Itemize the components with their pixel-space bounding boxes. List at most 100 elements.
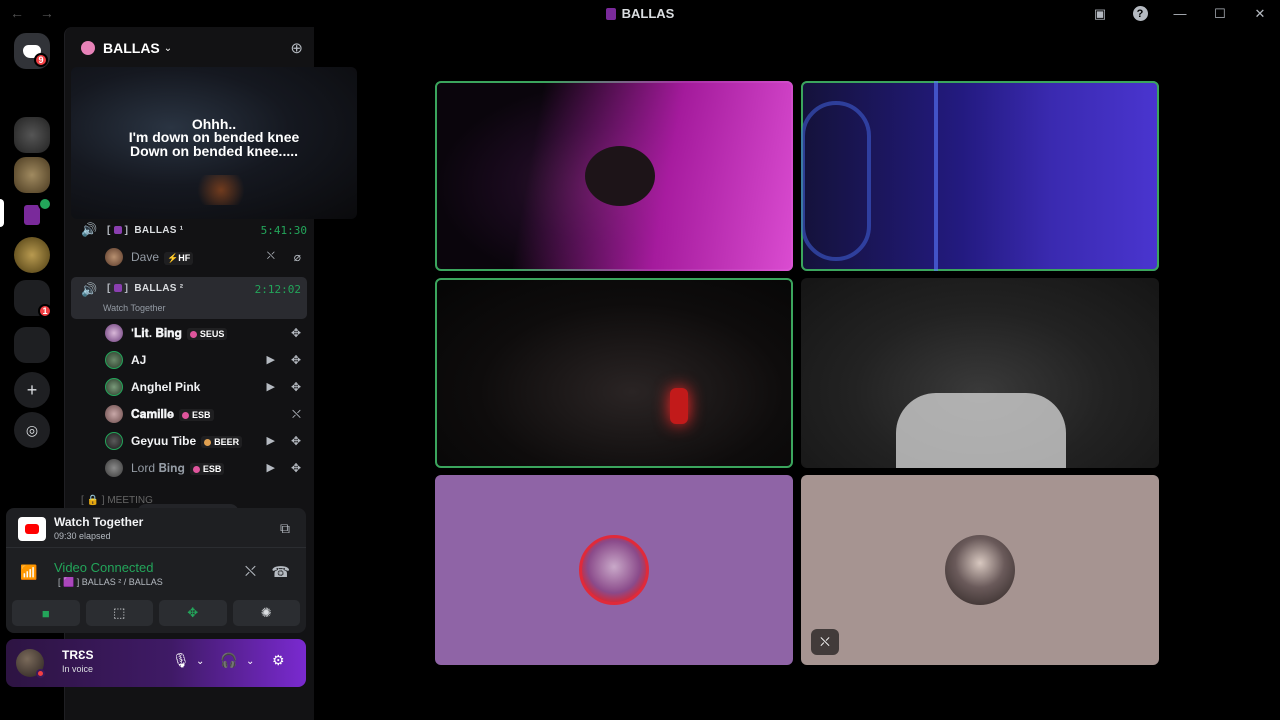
- member-tag: BEER: [201, 436, 243, 448]
- status-indicator: [36, 669, 45, 678]
- member-tag: SEUS: [186, 328, 228, 340]
- server-icon-prestige[interactable]: [14, 237, 50, 273]
- soundboard-button[interactable]: ✺: [232, 600, 300, 626]
- voice-member[interactable]: Lord 𝐁𝐢𝐧𝐠 ESB ▶ ✥: [101, 457, 307, 479]
- chevron-down-icon[interactable]: ⌄: [246, 656, 254, 667]
- avatar-tile-2[interactable]: ⛌: [801, 475, 1159, 665]
- video-tile-2[interactable]: [801, 81, 1159, 271]
- avatar-tile-1[interactable]: [435, 475, 793, 665]
- voice-controls: ■ ⬚ ✥ ✺: [12, 600, 300, 626]
- guild-icon: [605, 8, 616, 20]
- avatar: [105, 351, 123, 369]
- mic-muted-icon: ⛌: [811, 629, 839, 655]
- channel-activity: Watch Together: [103, 303, 166, 313]
- mic-icon[interactable]: 🎙: [172, 652, 190, 669]
- voice-member[interactable]: 𝐂𝐚𝐦𝐢𝐥𝐥𝐞 ESB ⛌: [101, 403, 307, 425]
- help-icon: ?: [1132, 6, 1148, 21]
- video-tile-1[interactable]: [435, 81, 793, 271]
- channel-name: [] BALLAS ¹: [107, 224, 184, 236]
- voice-channel-ballas-2[interactable]: 🔊 [] BALLAS ² 2:12:02 Watch Together: [71, 277, 307, 319]
- microphone-video: [670, 388, 688, 424]
- camera-icon: ▶: [266, 462, 275, 474]
- activity-button[interactable]: ✥: [159, 600, 227, 626]
- member-tag: ESB: [179, 409, 214, 421]
- home-badge: 9: [34, 53, 48, 67]
- activity-icon: ✥: [290, 434, 301, 448]
- server-icon-ballas[interactable]: [14, 197, 52, 233]
- voice-member[interactable]: Dave ⚡HF ⛌ ⌀: [101, 246, 307, 268]
- disconnect-icon[interactable]: ☎: [271, 563, 290, 581]
- banner-glow: [191, 175, 251, 205]
- headset-icon[interactable]: 🎧: [220, 652, 237, 669]
- settings-icon[interactable]: ⚙: [272, 652, 285, 669]
- window-title-text: BALLAS: [621, 6, 675, 21]
- voice-member[interactable]: AJ ▶ ✥: [101, 349, 307, 371]
- maximize-button[interactable]: ☐: [1200, 0, 1240, 27]
- speaker-icon: 🔊: [81, 282, 98, 297]
- popout-icon[interactable]: ⧉: [280, 520, 290, 537]
- youtube-icon: [18, 517, 46, 541]
- chevron-down-icon: ⌄: [163, 42, 173, 54]
- ballas-logo-icon: [24, 205, 40, 225]
- username[interactable]: TRƐS: [62, 648, 94, 662]
- camera-icon: ▶: [266, 354, 275, 366]
- voice-member[interactable]: '𝐋𝐢𝐭. 𝐁𝐢𝐧𝐠 SEUS ✥: [101, 322, 307, 344]
- voice-status[interactable]: Video Connected: [54, 560, 154, 575]
- chevron-down-icon[interactable]: ⌄: [196, 656, 204, 667]
- server-icon-2[interactable]: [14, 157, 50, 193]
- activity-icon: [38, 197, 52, 211]
- voice-member[interactable]: Anghel Pink ▶ ✥: [101, 376, 307, 398]
- avatar: [945, 535, 1015, 605]
- voice-channel-ballas-1[interactable]: 🔊 [] BALLAS ¹ 5:41:30: [71, 219, 307, 241]
- channel-timer: 5:41:30: [260, 223, 307, 237]
- minimize-button[interactable]: —: [1160, 0, 1200, 27]
- user-status: In voice: [62, 664, 94, 674]
- server-header[interactable]: BALLAS ⌄ ⊕: [65, 35, 315, 61]
- close-button[interactable]: ✕: [1240, 0, 1280, 27]
- active-server-indicator: [0, 199, 4, 227]
- voice-panel: Watch Together 09:30 elapsed ⧉ 📶 Video C…: [6, 508, 306, 633]
- signal-icon[interactable]: 📶: [20, 564, 37, 581]
- voice-member[interactable]: Geyuu Tibe BEER ▶ ✥: [101, 430, 307, 452]
- light-bar: [934, 81, 938, 271]
- camera-icon: ▶: [266, 381, 275, 393]
- server-folder-1[interactable]: 1: [14, 280, 52, 318]
- member-name: 𝐂𝐚𝐦𝐢𝐥𝐥𝐞 ESB: [131, 407, 214, 422]
- activity-title: Watch Together: [54, 515, 144, 529]
- server-icon-1[interactable]: [14, 117, 50, 153]
- channel-emoji-icon: [113, 284, 122, 292]
- noise-suppression-icon[interactable]: ⛌: [245, 563, 256, 580]
- avatar: [105, 248, 123, 266]
- mic-muted-icon: ⛌: [266, 250, 275, 262]
- home-button[interactable]: 9: [14, 33, 50, 69]
- lyrics-line-3: Down on bended knee.....: [129, 143, 298, 159]
- screen-share-button[interactable]: ⬚: [85, 600, 153, 626]
- avatar: [105, 405, 123, 423]
- mic-muted-icon: ⛌: [292, 407, 301, 421]
- channel-emoji-icon: [113, 225, 122, 234]
- voice-channel-path[interactable]: [ 🟪 ] BALLAS ² / BALLAS: [58, 577, 163, 588]
- video-tile-3[interactable]: [435, 278, 793, 468]
- deafened-icon: ⌀: [293, 250, 301, 264]
- activity-row: Watch Together 09:30 elapsed ⧉: [6, 508, 306, 548]
- compass-icon: ◎: [25, 421, 39, 438]
- channel-timer: 2:12:02: [254, 283, 301, 296]
- member-name: Geyuu Tibe BEER: [131, 434, 243, 448]
- server-name: BALLAS: [103, 40, 160, 56]
- inbox-icon[interactable]: ▣: [1080, 0, 1120, 27]
- camera-icon: ▶: [266, 435, 275, 447]
- speaker-icon: 🔊: [81, 222, 98, 237]
- folder-badge: 1: [38, 304, 52, 318]
- invite-icon[interactable]: ⊕: [290, 39, 303, 57]
- title-bar: ← → BALLAS ▣ ? — ☐ ✕: [0, 0, 1280, 27]
- discover-button[interactable]: ◎: [14, 412, 50, 448]
- help-button[interactable]: ?: [1120, 0, 1160, 27]
- add-server-button[interactable]: +: [14, 372, 50, 408]
- camera-button[interactable]: ■: [12, 600, 80, 626]
- server-folder-2[interactable]: [14, 327, 50, 363]
- avatar: [105, 459, 123, 477]
- video-tile-4[interactable]: [801, 278, 1159, 468]
- member-name: Anghel Pink: [131, 380, 201, 394]
- avatar: [105, 378, 123, 396]
- user-panel: TRƐS In voice 🎙 ⌄ 🎧 ⌄ ⚙: [6, 639, 306, 687]
